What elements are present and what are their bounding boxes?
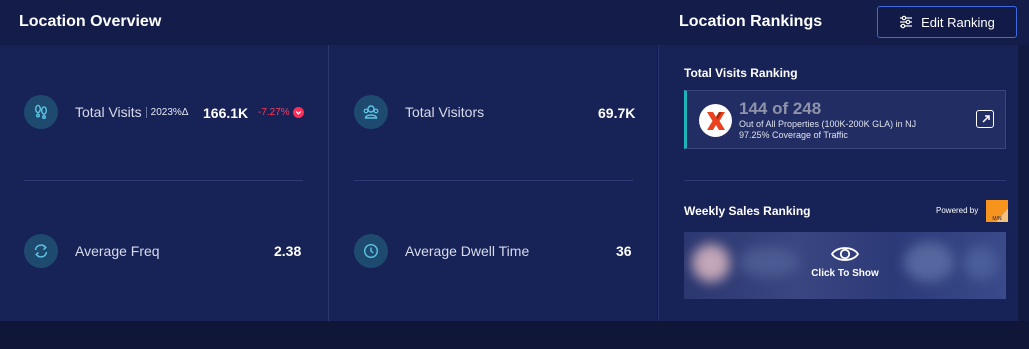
metric-value: 166.1K (203, 105, 249, 121)
refresh-cycle-icon (24, 234, 58, 268)
metric-average-freq: Average Freq (24, 233, 160, 269)
click-to-show-overlay[interactable]: Click To Show (804, 244, 886, 279)
overview-title: Location Overview (19, 13, 162, 30)
external-link-icon[interactable] (976, 110, 994, 128)
chevron-down-icon (292, 107, 304, 118)
panel-divider (658, 45, 659, 321)
row-divider (354, 180, 633, 181)
metric-label: Total Visits (75, 104, 142, 120)
blurred-logo (692, 244, 730, 282)
rank-value: 144 of 248 (739, 99, 822, 118)
property-logo-icon (699, 104, 732, 137)
overview-right-panel (329, 45, 657, 321)
svg-text:M/N: M/N (992, 216, 1002, 222)
panel-divider (328, 45, 329, 321)
click-to-show-label: Click To Show (811, 268, 879, 279)
metric-value: 36 (616, 243, 632, 259)
metric-value: 69.7K (598, 105, 636, 121)
row-divider (684, 180, 1006, 181)
total-visits-ranking-title: Total Visits Ranking (684, 66, 798, 80)
sliders-icon (900, 15, 913, 29)
row-divider (24, 180, 303, 181)
weekly-sales-ranking-title: Weekly Sales Ranking (684, 204, 811, 218)
footsteps-icon (24, 95, 58, 129)
metric-value: 2.38 (274, 243, 302, 259)
total-visits-ranking-card: 144 of 248 Out of All Properties (100K-2… (684, 90, 1006, 149)
powered-by-text: Powered by (936, 206, 979, 215)
click-to-show-button[interactable]: Click To Show (684, 232, 1006, 299)
metric-total-visitors: Total Visitors (354, 94, 484, 130)
year-badge: 2023%Δ (145, 106, 189, 118)
metric-total-visits: Total Visits 2023%Δ (24, 94, 189, 130)
change-indicator: -7.27% (258, 107, 304, 118)
metric-label: Average Dwell Time (405, 243, 530, 259)
rankings-title: Location Rankings (679, 13, 823, 30)
clock-icon (354, 234, 388, 268)
blurred-icon (964, 246, 998, 280)
metric-label: Total Visitors (405, 104, 485, 120)
metric-label: Average Freq (75, 243, 160, 259)
blurred-text (739, 247, 799, 277)
edit-ranking-label: Edit Ranking (921, 14, 995, 30)
rank-scope-text: Out of All Properties (100K-200K GLA) in… (739, 119, 917, 129)
change-value: -7.27% (258, 107, 290, 118)
overview-left-panel (0, 45, 328, 321)
blurred-text (904, 242, 954, 282)
visitors-icon (354, 95, 388, 129)
eye-icon (830, 247, 860, 261)
partner-logo-icon: M/N (986, 200, 1008, 222)
rank-coverage-text: 97.25% Coverage of Traffic (739, 130, 848, 140)
footer-bar (0, 321, 1029, 349)
edit-ranking-button[interactable]: Edit Ranking (877, 6, 1017, 38)
metric-average-dwell-time: Average Dwell Time (354, 233, 529, 269)
